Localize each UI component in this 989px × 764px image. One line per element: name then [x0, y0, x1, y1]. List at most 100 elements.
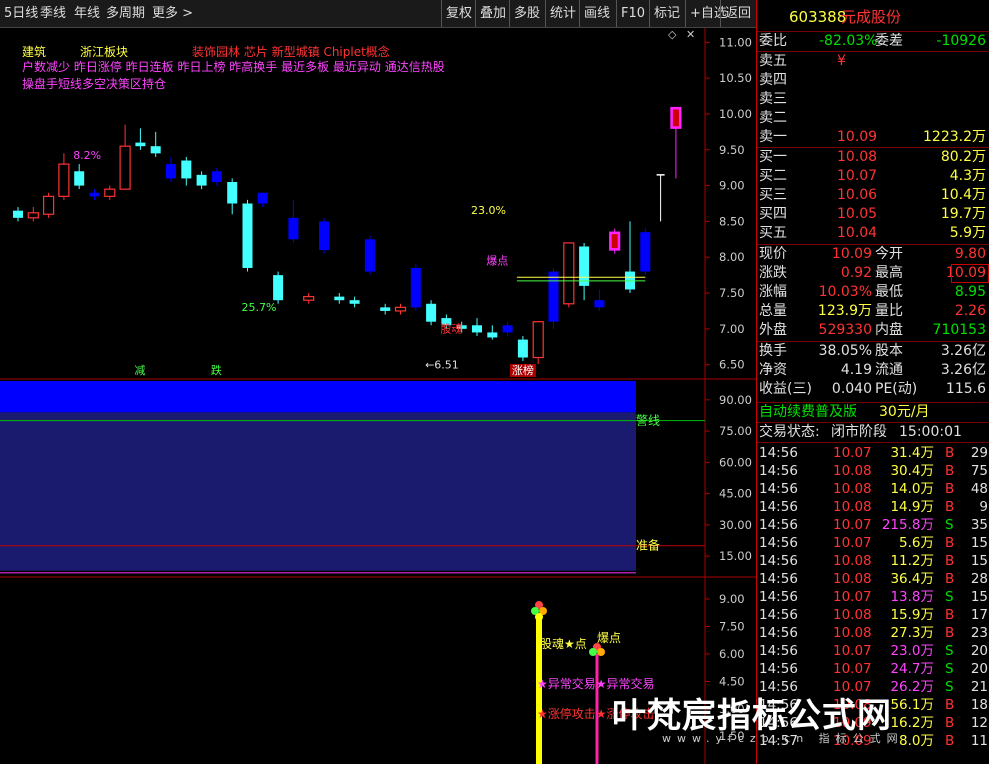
trade-volume: 13.8万: [890, 589, 934, 605]
y-axis-tick-label: 9.50: [719, 143, 745, 157]
tab-season-line[interactable]: 季线: [36, 0, 70, 27]
trade-time: 14:56: [759, 481, 798, 497]
signal-marker: 跌: [211, 363, 222, 377]
y-axis-tick-label: 75.00: [719, 424, 752, 438]
watermark-url: www.yfczb.cn 指标公式网: [662, 732, 904, 745]
trade-direction: S: [945, 589, 954, 605]
stat-value: 3.26亿: [940, 362, 986, 378]
trade-count: 9: [979, 499, 988, 515]
tab-year-line[interactable]: 年线: [70, 0, 104, 27]
trade-direction: B: [945, 535, 955, 551]
back-button[interactable]: 返回: [720, 0, 755, 27]
promo-text[interactable]: 自动续费普及版: [759, 403, 857, 422]
bid-volume: 5.9万: [949, 225, 986, 241]
trade-direction: B: [945, 733, 955, 749]
tab-multi-period[interactable]: 多周期: [102, 0, 149, 27]
candlestick[interactable]: [517, 336, 528, 362]
trade-count: 23: [970, 625, 988, 641]
bid-volume: 19.7万: [940, 206, 986, 222]
candlestick[interactable]: [42, 192, 55, 218]
draw-line-button[interactable]: 画线: [579, 0, 614, 27]
indicator-upper-band: [0, 381, 636, 413]
y-axis-tick-label: 7.50: [719, 620, 745, 634]
stat-value: 529330: [818, 322, 872, 338]
trade-row: 14:56 10.07 215.8万 S 35: [757, 516, 989, 534]
candlestick[interactable]: [410, 264, 421, 311]
stats-button[interactable]: 统计: [545, 0, 580, 27]
chart-annotation: 爆点: [486, 253, 508, 267]
candlestick[interactable]: [563, 242, 575, 308]
trade-count: 35: [970, 517, 988, 533]
trade-volume: 24.7万: [890, 661, 934, 677]
candlestick[interactable]: [319, 217, 329, 254]
candlestick[interactable]: [364, 235, 375, 276]
trade-direction: B: [945, 463, 955, 479]
trade-time: 14:56: [759, 625, 798, 641]
stat-value: 38.05%: [818, 343, 872, 359]
chart-annotation: 25.7%: [242, 301, 277, 314]
trade-volume: 14.0万: [890, 481, 934, 497]
trade-direction: B: [945, 481, 955, 497]
trade-row: 14:56 10.07 23.0万 S 20: [757, 642, 989, 660]
candlestick[interactable]: [532, 321, 544, 364]
ask-row: 卖五 ¥: [759, 53, 846, 69]
ready-line-label: 准备: [636, 539, 660, 553]
bid-row: 买一 10.08 80.2万: [759, 149, 986, 165]
trade-volume: 56.1万: [890, 697, 934, 713]
kline-chart-area[interactable]: 建筑 浙江板块 装饰园林 芯片 新型城镇 Chiplet概念 户数减少 昨日涨停…: [0, 28, 756, 764]
candlestick[interactable]: [640, 228, 651, 276]
multi-stock-button[interactable]: 多股: [509, 0, 544, 27]
ask-row: 卖二: [759, 110, 787, 126]
trade-direction: B: [945, 625, 955, 641]
ask-row: 卖四: [759, 72, 787, 88]
signal-marker: 涨榜: [512, 363, 534, 377]
ask-row: 卖一 10.09 1223.2万: [759, 129, 986, 145]
signal-dot: [535, 613, 543, 621]
mark-button[interactable]: 标记: [649, 0, 684, 27]
trade-count: 15: [970, 553, 988, 569]
adjust-button[interactable]: 复权: [441, 0, 476, 27]
stock-header: 603388 元成股份: [757, 6, 989, 28]
trade-volume: 15.9万: [890, 607, 934, 623]
indicator-area: [0, 412, 636, 571]
info-tags: 户数减少 昨日涨停 昨日连板 昨日上榜 昨高换手 最近多板 最近异动 通达信热股: [22, 59, 445, 74]
f10-button[interactable]: F10: [616, 0, 649, 27]
trade-count: 21: [970, 679, 988, 695]
y-axis-tick-label: 10.50: [719, 71, 752, 85]
trade-price: 10.08: [833, 499, 872, 515]
trade-direction: B: [945, 571, 955, 587]
promo-row[interactable]: 自动续费普及版 30元/月: [757, 402, 989, 422]
trade-direction: S: [945, 517, 954, 533]
info-industry: 建筑: [22, 44, 46, 59]
candlestick[interactable]: [273, 271, 284, 304]
trading-status-time: 15:00:01: [899, 424, 962, 440]
ask-volume: 1223.2万: [923, 129, 986, 145]
trade-count: 11: [970, 733, 988, 749]
promo-price[interactable]: 30元/月: [879, 403, 930, 422]
signal-dot: [589, 648, 597, 656]
tab-more[interactable]: 更多 >: [148, 0, 197, 27]
overlay-button[interactable]: 叠加: [475, 0, 510, 27]
panel-close-icon[interactable]: ✕: [686, 28, 695, 41]
trade-price: 10.07: [833, 445, 872, 461]
candlestick[interactable]: [242, 199, 253, 272]
trade-price: 10.07: [833, 661, 872, 677]
trade-price: 10.07: [833, 589, 872, 605]
bid-row: 买四 10.05 19.7万: [759, 206, 986, 222]
bid-row: 买三 10.06 10.4万: [759, 187, 986, 203]
stat-value: 123.9万: [817, 303, 872, 319]
panel-settings-icon[interactable]: ◇: [668, 28, 677, 41]
trade-row: 14:56 10.08 14.9万 B 9: [757, 498, 989, 516]
trade-volume: 11.2万: [890, 553, 934, 569]
trade-row: 14:56 10.08 11.2万 B 15: [757, 552, 989, 570]
y-axis-tick-label: 6.00: [719, 647, 745, 661]
trade-count: 15: [970, 589, 988, 605]
trade-price: 10.07: [833, 535, 872, 551]
candlestick[interactable]: [426, 300, 437, 326]
trade-row: 14:56 10.07 13.8万 S 15: [757, 588, 989, 606]
signal-text: 股魂★点: [540, 636, 587, 651]
candlestick[interactable]: [609, 228, 621, 254]
stat-value: 8.95: [954, 284, 986, 300]
stock-name: 元成股份: [841, 8, 902, 26]
trade-direction: B: [945, 715, 955, 731]
